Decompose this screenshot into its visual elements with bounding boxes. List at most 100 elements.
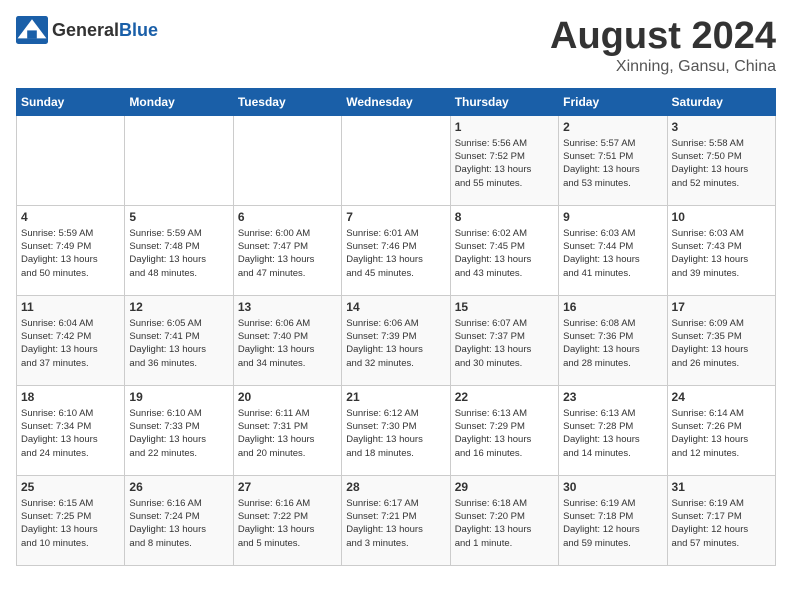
day-number: 10 (672, 210, 771, 224)
calendar-cell: 9Sunrise: 6:03 AM Sunset: 7:44 PM Daylig… (559, 205, 667, 295)
day-info: Sunrise: 6:14 AM Sunset: 7:26 PM Dayligh… (672, 407, 771, 460)
month-year-title: August 2024 (550, 16, 776, 58)
day-info: Sunrise: 6:04 AM Sunset: 7:42 PM Dayligh… (21, 317, 120, 370)
day-info: Sunrise: 6:16 AM Sunset: 7:24 PM Dayligh… (129, 497, 228, 550)
calendar-cell: 26 Sunrise: 6:16 AM Sunset: 7:24 PM Dayli… (125, 475, 233, 565)
calendar-cell: 31 Sunrise: 6:19 AM Sunset: 7:17 PM Dayli… (667, 475, 775, 565)
calendar-cell: 22Sunrise: 6:13 AM Sunset: 7:29 PM Dayli… (450, 385, 558, 475)
day-info: Sunrise: 6:10 AM Sunset: 7:33 PM Dayligh… (129, 407, 228, 460)
calendar-cell: 30 Sunrise: 6:19 AM Sunset: 7:18 PM Dayli… (559, 475, 667, 565)
calendar-cell: 12Sunrise: 6:05 AM Sunset: 7:41 PM Dayli… (125, 295, 233, 385)
day-info: Sunrise: 6:16 AM Sunset: 7:22 PM Dayligh… (238, 497, 337, 550)
calendar-cell: 3 Sunrise: 5:58 AM Sunset: 7:50 PM Daylig… (667, 115, 775, 205)
calendar-cell: 10 Sunrise: 6:03 AM Sunset: 7:43 PM Dayli… (667, 205, 775, 295)
day-info: Sunrise: 6:01 AM Sunset: 7:46 PM Dayligh… (346, 227, 445, 280)
calendar-cell (17, 115, 125, 205)
day-number: 24 (672, 390, 771, 404)
calendar-cell: 8 Sunrise: 6:02 AM Sunset: 7:45 PM Daylig… (450, 205, 558, 295)
day-info: Sunrise: 6:02 AM Sunset: 7:45 PM Dayligh… (455, 227, 554, 280)
day-info: Sunrise: 5:58 AM Sunset: 7:50 PM Dayligh… (672, 137, 771, 190)
calendar-week-row: 4 Sunrise: 5:59 AM Sunset: 7:49 PM Daylig… (17, 205, 776, 295)
day-number: 18 (21, 390, 120, 404)
logo-general: General (52, 20, 119, 40)
calendar-cell: 11 Sunrise: 6:04 AM Sunset: 7:42 PM Dayli… (17, 295, 125, 385)
calendar-cell: 16Sunrise: 6:08 AM Sunset: 7:36 PM Dayli… (559, 295, 667, 385)
calendar-cell: 15 Sunrise: 6:07 AM Sunset: 7:37 PM Dayli… (450, 295, 558, 385)
day-of-week-header: Sunday (17, 88, 125, 115)
page-header: GeneralBlue August 2024 Xinning, Gansu, … (16, 16, 776, 76)
day-of-week-header: Wednesday (342, 88, 450, 115)
day-number: 8 (455, 210, 554, 224)
day-info: Sunrise: 5:57 AM Sunset: 7:51 PM Dayligh… (563, 137, 662, 190)
calendar-cell (342, 115, 450, 205)
day-info: Sunrise: 6:06 AM Sunset: 7:39 PM Dayligh… (346, 317, 445, 370)
calendar-cell: 6 Sunrise: 6:00 AM Sunset: 7:47 PM Daylig… (233, 205, 341, 295)
calendar-cell: 25 Sunrise: 6:15 AM Sunset: 7:25 PM Dayli… (17, 475, 125, 565)
day-number: 15 (455, 300, 554, 314)
day-info: Sunrise: 5:56 AM Sunset: 7:52 PM Dayligh… (455, 137, 554, 190)
day-info: Sunrise: 6:09 AM Sunset: 7:35 PM Dayligh… (672, 317, 771, 370)
day-number: 11 (21, 300, 120, 314)
calendar-week-row: 1 Sunrise: 5:56 AM Sunset: 7:52 PM Daylig… (17, 115, 776, 205)
day-number: 26 (129, 480, 228, 494)
day-info: Sunrise: 6:03 AM Sunset: 7:43 PM Dayligh… (672, 227, 771, 280)
calendar-cell: 29 Sunrise: 6:18 AM Sunset: 7:20 PM Dayli… (450, 475, 558, 565)
day-info: Sunrise: 6:00 AM Sunset: 7:47 PM Dayligh… (238, 227, 337, 280)
day-of-week-header: Tuesday (233, 88, 341, 115)
calendar-week-row: 11 Sunrise: 6:04 AM Sunset: 7:42 PM Dayli… (17, 295, 776, 385)
day-number: 28 (346, 480, 445, 494)
day-number: 2 (563, 120, 662, 134)
day-info: Sunrise: 6:18 AM Sunset: 7:20 PM Dayligh… (455, 497, 554, 550)
day-number: 17 (672, 300, 771, 314)
day-info: Sunrise: 6:19 AM Sunset: 7:17 PM Dayligh… (672, 497, 771, 550)
day-number: 5 (129, 210, 228, 224)
day-info: Sunrise: 6:13 AM Sunset: 7:28 PM Dayligh… (563, 407, 662, 460)
day-number: 3 (672, 120, 771, 134)
calendar-header-row: SundayMondayTuesdayWednesdayThursdayFrid… (17, 88, 776, 115)
day-of-week-header: Friday (559, 88, 667, 115)
day-number: 12 (129, 300, 228, 314)
day-number: 31 (672, 480, 771, 494)
calendar-cell (125, 115, 233, 205)
day-number: 13 (238, 300, 337, 314)
day-info: Sunrise: 6:13 AM Sunset: 7:29 PM Dayligh… (455, 407, 554, 460)
logo-blue: Blue (119, 20, 158, 40)
day-info: Sunrise: 6:15 AM Sunset: 7:25 PM Dayligh… (21, 497, 120, 550)
day-of-week-header: Thursday (450, 88, 558, 115)
day-info: Sunrise: 6:19 AM Sunset: 7:18 PM Dayligh… (563, 497, 662, 550)
calendar-cell: 19Sunrise: 6:10 AM Sunset: 7:33 PM Dayli… (125, 385, 233, 475)
calendar-cell: 23 Sunrise: 6:13 AM Sunset: 7:28 PM Dayli… (559, 385, 667, 475)
day-info: Sunrise: 6:07 AM Sunset: 7:37 PM Dayligh… (455, 317, 554, 370)
day-info: Sunrise: 6:17 AM Sunset: 7:21 PM Dayligh… (346, 497, 445, 550)
day-number: 7 (346, 210, 445, 224)
day-number: 9 (563, 210, 662, 224)
day-number: 25 (21, 480, 120, 494)
calendar-cell: 7 Sunrise: 6:01 AM Sunset: 7:46 PM Daylig… (342, 205, 450, 295)
calendar-cell: 4 Sunrise: 5:59 AM Sunset: 7:49 PM Daylig… (17, 205, 125, 295)
calendar-cell: 13Sunrise: 6:06 AM Sunset: 7:40 PM Dayli… (233, 295, 341, 385)
day-number: 1 (455, 120, 554, 134)
calendar-cell: 18 Sunrise: 6:10 AM Sunset: 7:34 PM Dayli… (17, 385, 125, 475)
calendar-table: SundayMondayTuesdayWednesdayThursdayFrid… (16, 88, 776, 566)
calendar-cell: 24 Sunrise: 6:14 AM Sunset: 7:26 PM Dayli… (667, 385, 775, 475)
calendar-week-row: 18 Sunrise: 6:10 AM Sunset: 7:34 PM Dayli… (17, 385, 776, 475)
calendar-cell: 1 Sunrise: 5:56 AM Sunset: 7:52 PM Daylig… (450, 115, 558, 205)
calendar-cell: 21Sunrise: 6:12 AM Sunset: 7:30 PM Dayli… (342, 385, 450, 475)
calendar-cell: 5Sunrise: 5:59 AM Sunset: 7:48 PM Daylig… (125, 205, 233, 295)
calendar-week-row: 25 Sunrise: 6:15 AM Sunset: 7:25 PM Dayli… (17, 475, 776, 565)
calendar-cell: 20Sunrise: 6:11 AM Sunset: 7:31 PM Dayli… (233, 385, 341, 475)
day-number: 27 (238, 480, 337, 494)
day-number: 21 (346, 390, 445, 404)
calendar-cell: 28 Sunrise: 6:17 AM Sunset: 7:21 PM Dayli… (342, 475, 450, 565)
day-number: 23 (563, 390, 662, 404)
day-info: Sunrise: 5:59 AM Sunset: 7:49 PM Dayligh… (21, 227, 120, 280)
day-number: 30 (563, 480, 662, 494)
day-number: 4 (21, 210, 120, 224)
day-info: Sunrise: 6:08 AM Sunset: 7:36 PM Dayligh… (563, 317, 662, 370)
logo-text: GeneralBlue (52, 20, 158, 41)
day-info: Sunrise: 6:10 AM Sunset: 7:34 PM Dayligh… (21, 407, 120, 460)
day-number: 6 (238, 210, 337, 224)
day-of-week-header: Saturday (667, 88, 775, 115)
day-number: 29 (455, 480, 554, 494)
day-number: 14 (346, 300, 445, 314)
